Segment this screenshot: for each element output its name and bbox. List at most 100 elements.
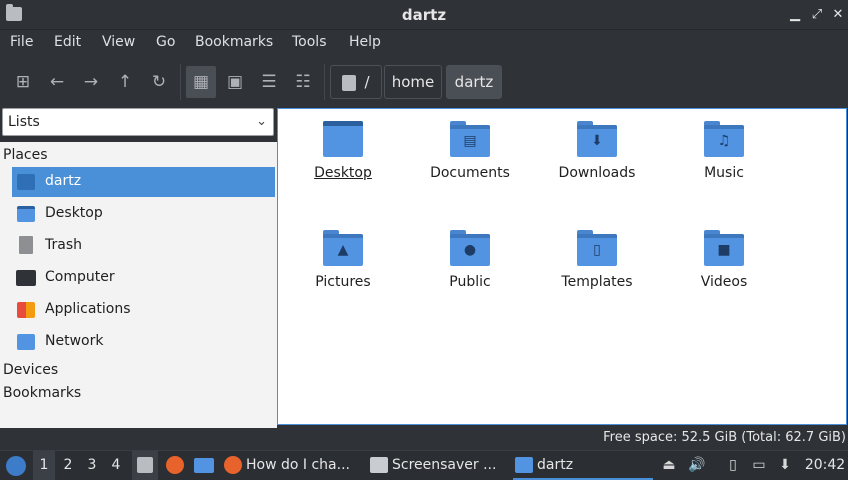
trash-icon bbox=[19, 236, 33, 254]
drive-icon bbox=[342, 74, 357, 91]
menu-bookmarks[interactable]: Bookmarks bbox=[195, 34, 273, 50]
firefox-icon bbox=[166, 456, 184, 474]
applications-icon bbox=[17, 302, 35, 318]
window-title: dartz bbox=[401, 6, 447, 24]
path-root-label: / bbox=[364, 73, 370, 91]
sidebar-item-label: Desktop bbox=[45, 205, 103, 221]
up-icon[interactable]: ↑ bbox=[110, 66, 140, 98]
desktop-icon bbox=[17, 206, 35, 222]
compact-view-icon[interactable]: ☰ bbox=[254, 66, 284, 98]
folder-name: Public bbox=[449, 274, 491, 290]
close-button[interactable]: ✕ bbox=[829, 5, 847, 25]
menu-tools[interactable]: Tools bbox=[292, 34, 327, 50]
firefox-launcher[interactable] bbox=[162, 451, 188, 480]
network-icon bbox=[17, 334, 35, 350]
folder-name: Documents bbox=[430, 165, 510, 181]
sidebar-item-label: Applications bbox=[45, 301, 131, 317]
firefox-icon bbox=[224, 456, 242, 474]
public-folder-icon: ● bbox=[450, 230, 490, 266]
show-desktop-launcher[interactable] bbox=[132, 451, 158, 480]
folder-item-documents[interactable]: ▤ Documents bbox=[408, 111, 528, 191]
folder-item-templates[interactable]: ▯ Templates bbox=[535, 220, 655, 300]
section-places[interactable]: Places bbox=[3, 147, 48, 163]
clipboard-icon[interactable]: ▯ bbox=[724, 456, 742, 474]
folder-name: Videos bbox=[700, 274, 748, 290]
window-icon bbox=[370, 457, 388, 473]
folder-item-videos[interactable]: ■ Videos bbox=[662, 220, 782, 300]
sidebar-item-applications[interactable]: Applications bbox=[12, 295, 275, 325]
menu-go[interactable]: Go bbox=[156, 34, 175, 50]
places-list: Places dartz Desktop Trash Computer Appl… bbox=[0, 142, 277, 428]
videos-folder-icon: ■ bbox=[704, 230, 744, 266]
workspace-3-button[interactable]: 3 bbox=[81, 451, 103, 480]
workspace-4-button[interactable]: 4 bbox=[105, 451, 127, 480]
detailed-list-view-icon[interactable]: ☷ bbox=[288, 66, 318, 98]
new-window-icon[interactable]: ⊞ bbox=[8, 66, 38, 98]
section-devices[interactable]: Devices bbox=[3, 362, 58, 378]
music-folder-icon: ♫ bbox=[704, 121, 744, 157]
sidebar-item-computer[interactable]: Computer bbox=[12, 263, 275, 293]
chevron-down-icon: ⌄ bbox=[256, 114, 267, 129]
folder-item-music[interactable]: ♫ Music bbox=[662, 111, 782, 191]
sidebar-item-label: Trash bbox=[45, 237, 82, 253]
sidebar-mode-value: Lists bbox=[8, 114, 40, 130]
pictures-folder-icon: ▲ bbox=[323, 230, 363, 266]
folder-item-desktop[interactable]: Desktop bbox=[281, 111, 401, 191]
folder-name: Downloads bbox=[558, 165, 636, 181]
folder-item-public[interactable]: ● Public bbox=[408, 220, 528, 300]
sidebar: Lists ⌄ Places dartz Desktop Trash Compu… bbox=[0, 106, 277, 428]
menu-view[interactable]: View bbox=[102, 34, 135, 50]
icon-view-icon[interactable]: ▦ bbox=[186, 66, 216, 98]
file-manager-launcher[interactable] bbox=[191, 451, 217, 480]
folder-name: Music bbox=[704, 165, 744, 181]
minimize-button[interactable]: ▁ bbox=[786, 5, 804, 25]
folder-name: Desktop bbox=[314, 165, 372, 181]
back-icon[interactable]: ← bbox=[42, 66, 72, 98]
menu-file[interactable]: File bbox=[10, 34, 33, 50]
thumbnail-view-icon[interactable]: ▣ bbox=[220, 66, 250, 98]
sidebar-item-network[interactable]: Network bbox=[12, 327, 275, 357]
reload-icon[interactable]: ↻ bbox=[144, 66, 174, 98]
path-crumb-dartz[interactable]: dartz bbox=[446, 65, 502, 99]
folder-name: Pictures bbox=[315, 274, 371, 290]
forward-icon[interactable]: → bbox=[76, 66, 106, 98]
workspace-2-button[interactable]: 2 bbox=[57, 451, 79, 480]
sidebar-item-home[interactable]: dartz bbox=[12, 167, 275, 197]
taskbar: 1 2 3 4 How do I cha... Screensaver ... … bbox=[0, 450, 848, 480]
folder-icon bbox=[515, 457, 533, 473]
task-label: Screensaver ... bbox=[392, 457, 497, 473]
volume-icon[interactable]: 🔊 bbox=[688, 456, 706, 474]
sidebar-item-label: Computer bbox=[45, 269, 115, 285]
clock[interactable]: 20:42 bbox=[804, 451, 846, 480]
downloads-folder-icon: ⬇ bbox=[577, 121, 617, 157]
sidebar-mode-select[interactable]: Lists ⌄ bbox=[2, 108, 274, 136]
path-root-button[interactable]: / bbox=[330, 65, 382, 99]
workspace-1-button[interactable]: 1 bbox=[33, 451, 55, 480]
sidebar-item-trash[interactable]: Trash bbox=[12, 231, 275, 261]
update-notifier-icon[interactable]: ⬇ bbox=[776, 456, 794, 474]
folder-item-downloads[interactable]: ⬇ Downloads bbox=[535, 111, 655, 191]
folder-icon bbox=[194, 458, 214, 473]
file-manager-window: dartz ▁ ⤢ ✕ File Edit View Go Bookmarks … bbox=[0, 0, 848, 450]
app-menu-button[interactable] bbox=[4, 451, 28, 480]
sidebar-item-label: Network bbox=[45, 333, 104, 349]
home-folder-icon bbox=[17, 174, 35, 190]
network-status-icon[interactable]: ▭ bbox=[750, 456, 768, 474]
sidebar-item-desktop[interactable]: Desktop bbox=[12, 199, 275, 229]
folder-item-pictures[interactable]: ▲ Pictures bbox=[281, 220, 401, 300]
eject-icon[interactable]: ⏏ bbox=[660, 456, 678, 474]
task-label: dartz bbox=[537, 457, 574, 473]
documents-folder-icon: ▤ bbox=[450, 121, 490, 157]
maximize-button[interactable]: ⤢ bbox=[808, 5, 826, 25]
menu-edit[interactable]: Edit bbox=[54, 34, 81, 50]
task-screensaver[interactable]: Screensaver ... bbox=[368, 451, 508, 480]
file-view[interactable]: Desktop ▤ Documents ⬇ Downloads ♫ Music … bbox=[277, 108, 847, 425]
task-dartz[interactable]: dartz bbox=[513, 451, 653, 480]
menu-help[interactable]: Help bbox=[349, 34, 381, 50]
task-firefox[interactable]: How do I cha... bbox=[222, 451, 362, 480]
path-crumb-home[interactable]: home bbox=[384, 65, 442, 99]
title-bar[interactable]: dartz ▁ ⤢ ✕ bbox=[0, 0, 848, 30]
section-bookmarks[interactable]: Bookmarks bbox=[3, 385, 81, 401]
templates-folder-icon: ▯ bbox=[577, 230, 617, 266]
task-label: How do I cha... bbox=[246, 457, 350, 473]
